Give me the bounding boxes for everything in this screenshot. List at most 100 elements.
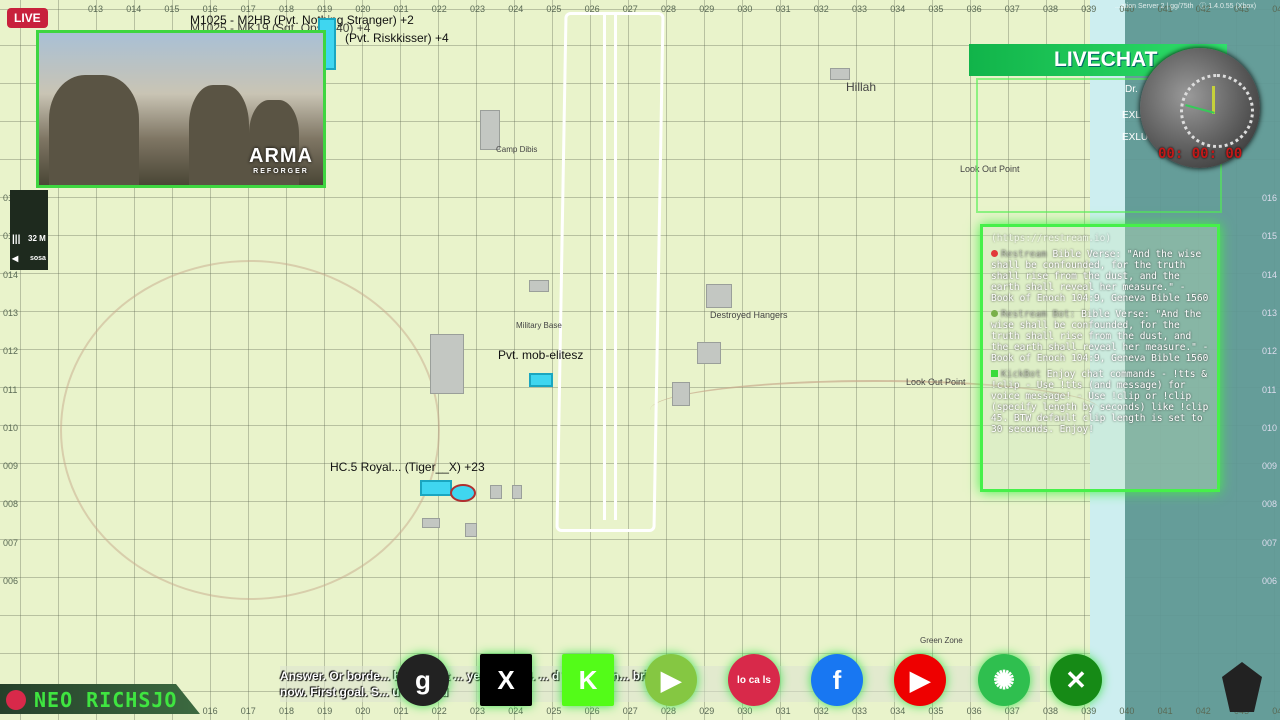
grid-row-label: 007: [3, 537, 19, 548]
grid-col-label: 024: [508, 706, 524, 716]
grid-col-label: 044: [1272, 4, 1280, 14]
unit-label[interactable]: Pvt. mob-elitesz: [498, 348, 583, 362]
grid-col-label: 036: [966, 4, 982, 14]
grid-row-label: 010: [1262, 422, 1278, 433]
soldier-figure: [49, 75, 139, 185]
building: [512, 485, 522, 499]
grid-col-label: 025: [546, 4, 562, 14]
grid-col-label: 041: [1157, 706, 1173, 716]
grid-col-label: 013: [88, 4, 104, 14]
grid-col-label: 032: [813, 706, 829, 716]
soldier-figure: [189, 85, 249, 185]
facebook-icon[interactable]: f: [811, 654, 863, 706]
grid-col-label: 021: [393, 706, 409, 716]
grid-row-label: 010: [3, 422, 19, 433]
bot-icon: [991, 310, 998, 317]
speaker-icon: ◀: [12, 254, 19, 263]
grid-row-label: 012: [1262, 346, 1278, 357]
x-icon[interactable]: X: [480, 654, 532, 706]
grid-col-label: 031: [775, 706, 791, 716]
unit-marker[interactable]: [420, 480, 452, 496]
grid-row-label: 011: [3, 384, 18, 395]
building: [529, 280, 549, 292]
grid-col-label: 034: [890, 4, 906, 14]
unit-label[interactable]: (Pvt. Riskkisser) +4: [345, 31, 449, 45]
chat-message: Restream Bot: Bible Verse: "And the wise…: [991, 309, 1209, 364]
odysee-icon[interactable]: ✺: [978, 654, 1030, 706]
grid-row-label: 006: [3, 576, 19, 586]
grid-col-label: 022: [431, 4, 447, 14]
grid-col-label: 018: [279, 706, 295, 716]
grid-row-label: 008: [1262, 499, 1278, 510]
grid-col-label: 020: [355, 706, 371, 716]
grid-row-label: 012: [3, 346, 19, 357]
grid-col-label: 019: [317, 706, 333, 716]
grid-col-label: 014: [126, 4, 142, 14]
grid-col-label: 016: [202, 706, 218, 716]
grid-col-label: 036: [966, 706, 982, 716]
grid-col-label: 027: [622, 4, 638, 14]
grid-col-label: 025: [546, 706, 562, 716]
grid-row-label: 006: [1262, 576, 1278, 586]
grid-row-label: 009: [1262, 461, 1278, 472]
grid-row-label: 014: [3, 269, 19, 280]
grid-col-label: 042: [1195, 706, 1211, 716]
grid-col-label: 017: [240, 706, 256, 716]
grid-col-label: 035: [928, 706, 944, 716]
grid-col-label: 023: [470, 706, 486, 716]
unit-marker[interactable]: [529, 373, 553, 387]
viewer-count: 32 M: [28, 234, 46, 243]
chat-message: KickBot Enjoy chat commands - !tts & !cl…: [991, 369, 1209, 435]
building: [465, 523, 477, 537]
building: [830, 68, 850, 80]
rumble-icon[interactable]: ▶: [645, 654, 697, 706]
grid-col-label: 015: [164, 4, 180, 14]
grid-col-label: 037: [1004, 4, 1020, 14]
player-marker[interactable]: [450, 484, 476, 502]
live-badge: LIVE: [7, 8, 48, 28]
streamer-name: NEO RICHSJO: [34, 688, 178, 712]
grid-col-label: 034: [890, 706, 906, 716]
audio-user: sosa: [30, 255, 46, 262]
building: [490, 485, 502, 499]
grid-row-label: 011: [1262, 384, 1277, 395]
locals-icon[interactable]: lo ca ls: [728, 654, 780, 706]
runway-center: [603, 15, 617, 520]
grid-col-label: 037: [1004, 706, 1020, 716]
gettr-icon[interactable]: g: [397, 654, 449, 706]
kick-icon[interactable]: K: [562, 654, 614, 706]
grid-row-label: 007: [1262, 537, 1278, 548]
server-info: ...ation Server 2 | gg/75th ⓘ 1.4.0.55 (…: [1115, 3, 1257, 10]
xbox-icon[interactable]: ✕: [1050, 654, 1102, 706]
chat-panel: (https://restream.io) Restream Bible Ver…: [980, 224, 1220, 492]
grid-col-label: 038: [1043, 4, 1059, 14]
grid-col-label: 030: [737, 4, 753, 14]
grid-col-label: 026: [584, 4, 600, 14]
stream-stats: ||| 32 M ◀ sosa: [10, 190, 48, 270]
grid-col-label: 038: [1043, 706, 1059, 716]
grid-col-label: 032: [813, 4, 829, 14]
grid-row-label: 016: [1262, 193, 1278, 203]
chat-link: (https://restream.io): [991, 233, 1112, 244]
grid-col-label: 044: [1272, 706, 1280, 716]
youtube-icon[interactable]: ▶: [894, 654, 946, 706]
grid-col-label: 040: [1119, 706, 1135, 716]
grid-col-label: 028: [661, 706, 677, 716]
place-military-base: Military Base: [516, 321, 562, 330]
audio-level-icon: |||: [12, 234, 21, 245]
building: [430, 334, 464, 394]
grid-col-label: 033: [852, 706, 868, 716]
grid-col-label: 022: [431, 706, 447, 716]
building: [422, 518, 440, 528]
building: [706, 284, 732, 308]
grid-col-label: 026: [584, 706, 600, 716]
grid-col-label: 027: [622, 706, 638, 716]
road: [60, 260, 440, 600]
unit-label[interactable]: HC.5 Royal... (Tiger__X) +23: [330, 460, 485, 474]
place-hillah: Hillah: [846, 80, 877, 94]
place-camp-dibis: Camp Dibis: [496, 145, 538, 154]
place-destroyed-hangers: Destroyed Hangers: [710, 310, 788, 320]
building: [697, 342, 721, 364]
grid-row-label: 015: [1262, 231, 1278, 242]
game-logo: ARMA REFORGER: [249, 145, 313, 175]
